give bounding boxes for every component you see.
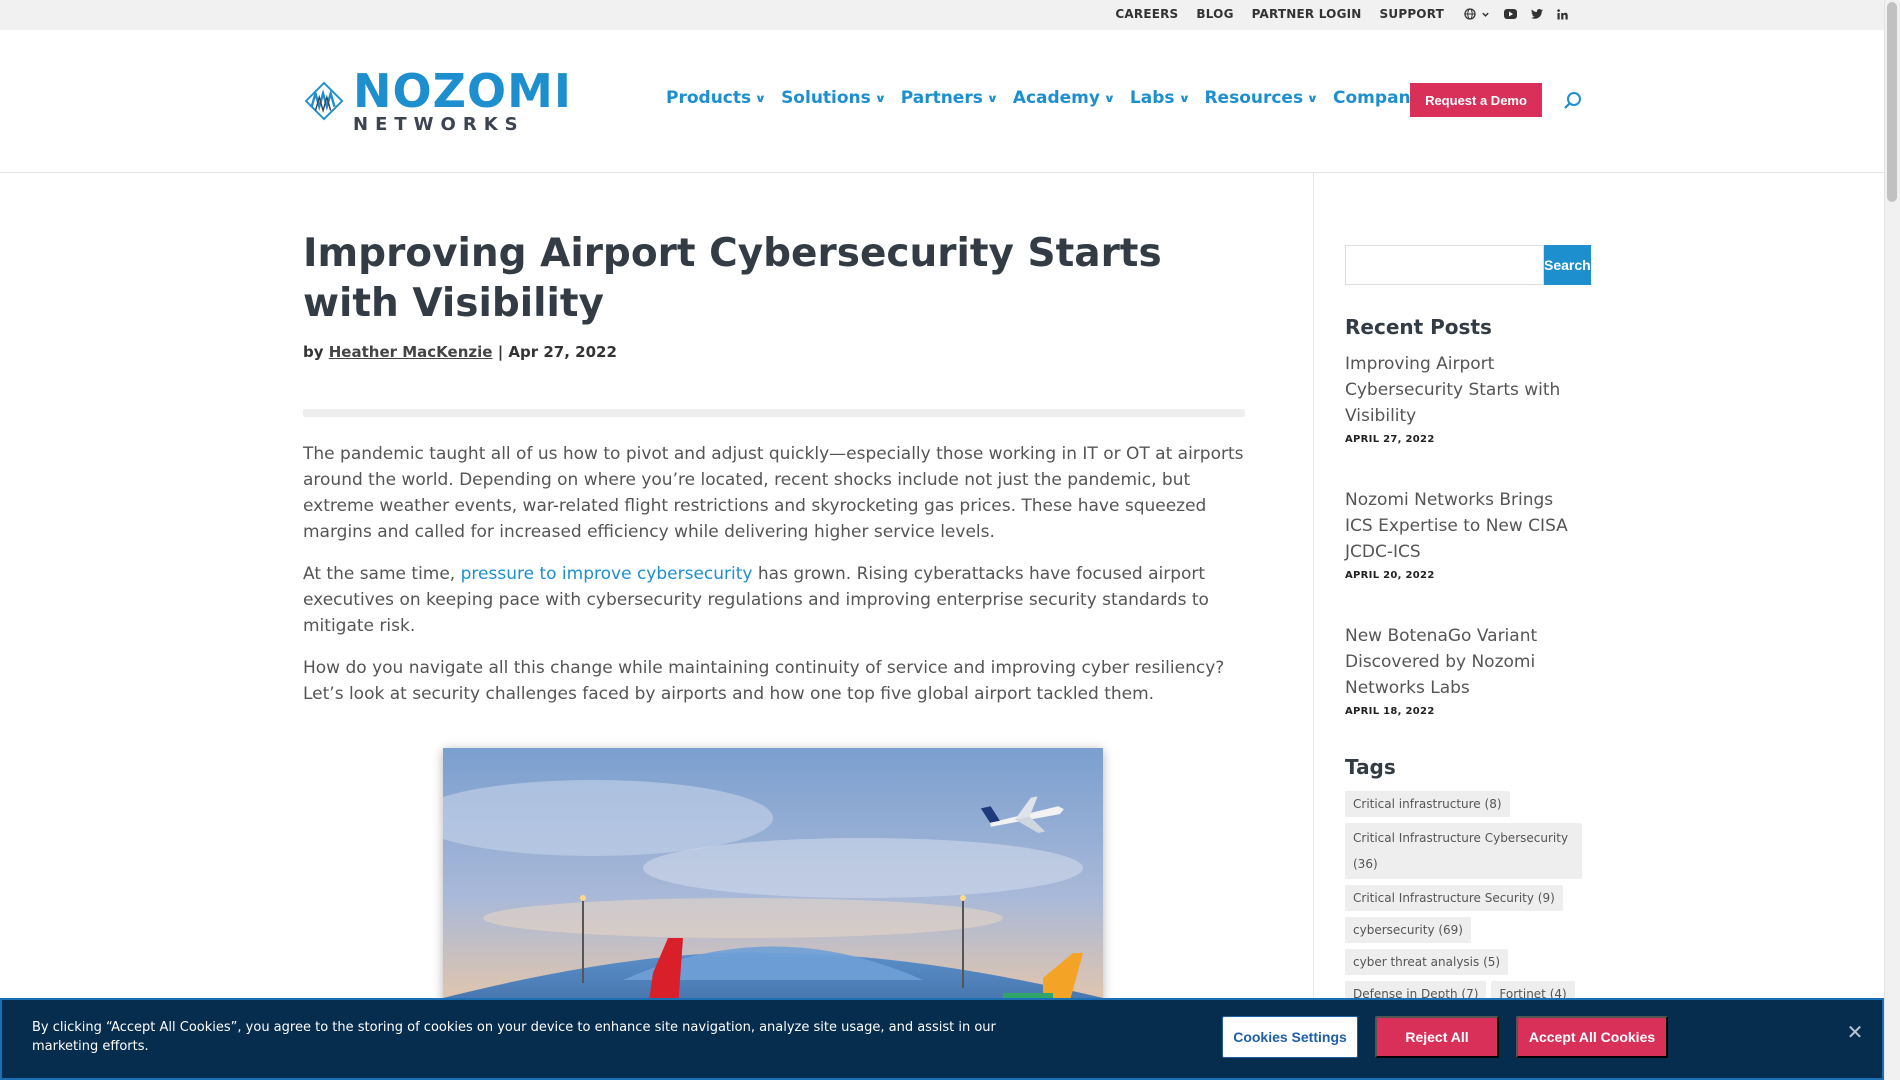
recent-posts-title: Recent Posts [1345, 315, 1492, 339]
linkedin-icon[interactable] [1557, 8, 1568, 20]
sidebar-divider [1313, 173, 1314, 1080]
article-meta: by Heather MacKenzie | Apr 27, 2022 [303, 343, 1245, 361]
tag-link[interactable]: Critical infrastructure (8) [1345, 791, 1510, 817]
globe-icon[interactable] [1464, 8, 1490, 20]
by-label: by [303, 343, 324, 361]
tag-link[interactable]: Critical Infrastructure Security (9) [1345, 885, 1563, 911]
author-link[interactable]: Heather MacKenzie [329, 343, 493, 361]
nav-label: Solutions [781, 88, 871, 108]
recent-post: New BotenaGo Variant Discovered by Nozom… [1345, 623, 1582, 717]
nav-solutions[interactable]: Solutions ∨ [781, 88, 887, 108]
paragraph-text: At the same time, [303, 564, 461, 584]
chevron-down-icon: ∨ [1306, 91, 1319, 105]
recent-post-date: APRIL 20, 2022 [1345, 570, 1435, 581]
recent-post-date: APRIL 18, 2022 [1345, 706, 1435, 717]
chevron-down-icon: ∨ [1103, 91, 1116, 105]
article-title: Improving Airport Cybersecurity Starts w… [303, 231, 1162, 326]
article-divider [303, 409, 1245, 417]
support-link[interactable]: SUPPORT [1380, 7, 1444, 21]
tag-link[interactable]: cybersecurity (69) [1345, 917, 1471, 943]
recent-post-date: APRIL 27, 2022 [1345, 434, 1435, 445]
close-icon[interactable]: ✕ [1845, 1020, 1865, 1044]
nozomi-logo[interactable]: NOZOMI NETWORKS [305, 61, 572, 141]
nav-label: Company [1333, 88, 1422, 108]
scrollbar-thumb[interactable] [1887, 2, 1897, 202]
chevron-down-icon: ∨ [986, 91, 999, 105]
nav-academy[interactable]: Academy ∨ [1012, 88, 1116, 108]
utility-icons [1464, 8, 1568, 20]
nav-products[interactable]: Products ∨ [666, 88, 767, 108]
sidebar-search: Search [1345, 245, 1591, 285]
twitter-icon[interactable] [1531, 9, 1543, 19]
top-utility-bar: CAREERS BLOG PARTNER LOGIN SUPPORT [0, 0, 1884, 30]
chevron-down-icon: ∨ [874, 91, 887, 105]
tag-cloud: Critical infrastructure (8) Critical Inf… [1345, 791, 1582, 1007]
cookies-settings-button[interactable]: Cookies Settings [1222, 1016, 1358, 1058]
recent-post-link[interactable]: Nozomi Networks Brings ICS Expertise to … [1345, 487, 1582, 565]
recent-posts-list: Improving Airport Cybersecurity Starts w… [1345, 351, 1582, 717]
article-paragraph-3: How do you navigate all this change whil… [303, 658, 1225, 704]
nav-label: Products [666, 88, 752, 108]
article-paragraph-2: At the same time, pressure to improve cy… [303, 561, 1245, 639]
partner-login-link[interactable]: PARTNER LOGIN [1252, 7, 1362, 21]
chevron-down-icon [1482, 12, 1489, 17]
nav-label: Labs [1129, 88, 1175, 108]
logo-mark-icon [305, 81, 344, 121]
nav-label: Resources [1204, 88, 1304, 108]
youtube-icon[interactable] [1504, 9, 1517, 19]
search-icon[interactable] [1563, 91, 1583, 111]
tag-link[interactable]: cyber threat analysis (5) [1345, 949, 1509, 975]
blog-link[interactable]: BLOG [1196, 7, 1233, 21]
article-paragraph-1: The pandemic taught all of us how to piv… [303, 444, 1244, 542]
chevron-down-icon: ∨ [1178, 91, 1190, 105]
tags-title: Tags [1345, 755, 1396, 779]
nav-label: Partners [900, 88, 983, 108]
cybersecurity-pressure-link[interactable]: pressure to improve cybersecurity [461, 564, 753, 584]
meta-separator: | [497, 343, 504, 361]
article: Improving Airport Cybersecurity Starts w… [303, 173, 1245, 1080]
logo-name: NOZOMI [353, 64, 572, 118]
cookie-message: By clicking “Accept All Cookies”, you ag… [32, 1020, 996, 1054]
nav-resources[interactable]: Resources ∨ [1204, 88, 1319, 108]
cookie-banner: By clicking “Accept All Cookies”, you ag… [0, 998, 1884, 1080]
main-nav: Products ∨ Solutions ∨ Partners ∨ Academy ∨ … [666, 88, 1452, 108]
site-header: NOZOMI NETWORKS Products ∨ Solutions ∨ Par… [0, 30, 1884, 173]
sidebar-search-input[interactable] [1345, 245, 1544, 285]
logo-subtitle: NETWORKS [353, 114, 525, 135]
recent-post: Nozomi Networks Brings ICS Expertise to … [1345, 487, 1582, 581]
reject-all-button[interactable]: Reject All [1375, 1016, 1499, 1058]
page-scrollbar[interactable] [1884, 0, 1900, 1080]
utility-links: CAREERS BLOG PARTNER LOGIN SUPPORT [1115, 7, 1568, 21]
request-demo-button[interactable]: Request a Demo [1410, 83, 1542, 117]
nav-labs[interactable]: Labs ∨ [1129, 88, 1190, 108]
chevron-down-icon: ∨ [754, 91, 767, 105]
sidebar-search-button[interactable]: Search [1544, 245, 1591, 285]
nav-partners[interactable]: Partners ∨ [900, 88, 999, 108]
careers-link[interactable]: CAREERS [1115, 7, 1178, 21]
article-date: Apr 27, 2022 [508, 343, 617, 361]
recent-post-link[interactable]: New BotenaGo Variant Discovered by Nozom… [1345, 623, 1582, 701]
recent-post-link[interactable]: Improving Airport Cybersecurity Starts w… [1345, 351, 1582, 429]
nav-label: Academy [1012, 88, 1100, 108]
sidebar: Search Recent Posts Improving Airport Cy… [1345, 245, 1591, 1007]
accept-all-cookies-button[interactable]: Accept All Cookies [1516, 1016, 1668, 1058]
recent-post: Improving Airport Cybersecurity Starts w… [1345, 351, 1582, 445]
tag-link[interactable]: Critical Infrastructure Cybersecurity (3… [1345, 823, 1582, 879]
